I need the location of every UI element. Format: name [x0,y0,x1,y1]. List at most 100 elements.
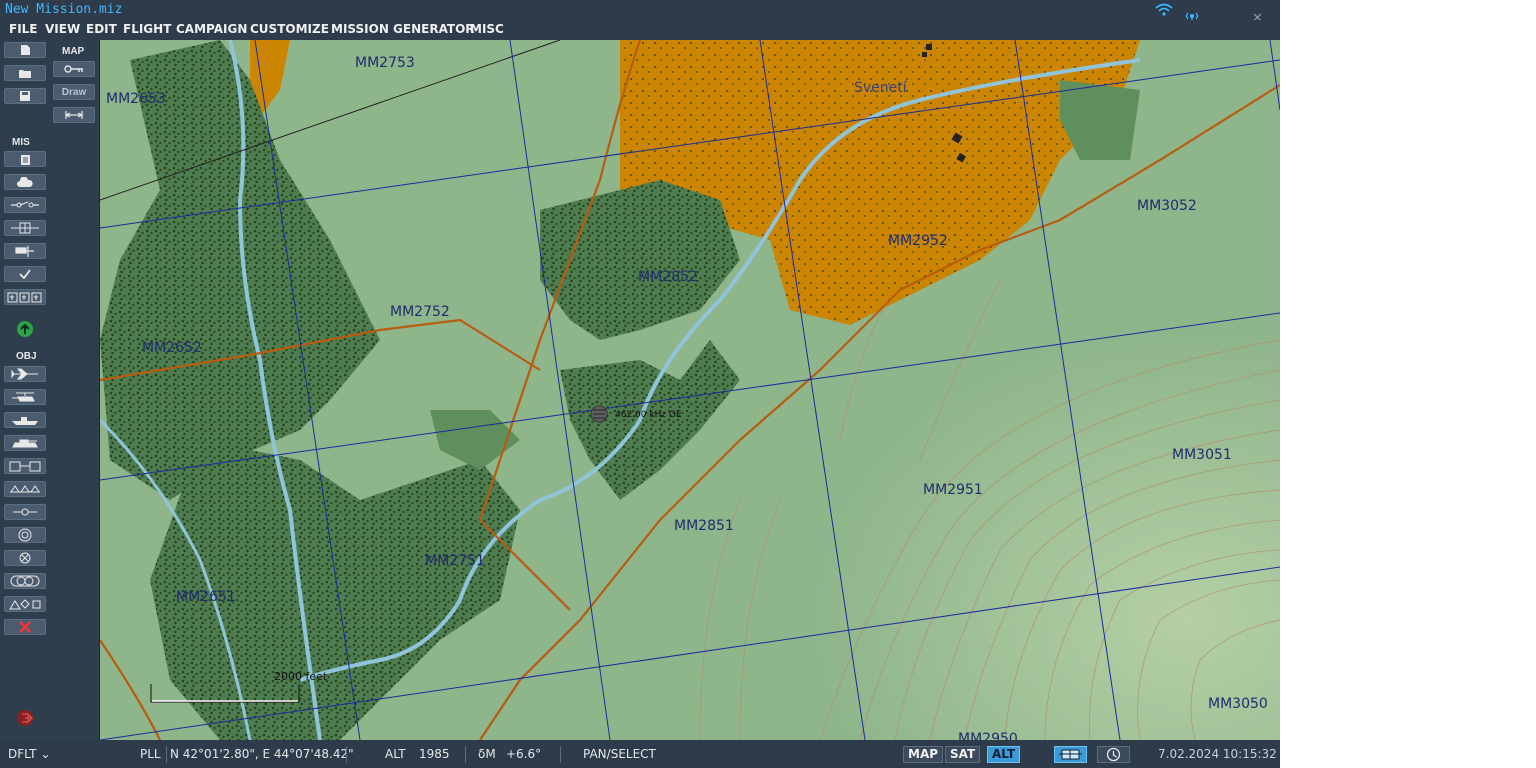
menu-flight[interactable]: FLIGHT [123,22,171,36]
window-title: New Mission.miz [5,2,123,17]
weather-button[interactable] [4,174,46,190]
profile-value: DFLT [8,747,37,761]
profile-select[interactable]: DFLT ⌄ [8,747,50,761]
open-file-button[interactable] [4,65,46,81]
grid-label-mm2753: MM2753 [355,55,415,71]
obj-section-label: OBJ [16,351,37,362]
add-template-button[interactable] [4,481,46,497]
trigger-zone-button[interactable] [4,220,46,236]
ruler-button[interactable] [53,107,95,123]
beacon-label: 462.00 kHz OE [615,410,682,420]
divider [166,746,167,763]
map-canvas[interactable]: MM2653 MM2753 MM2652 MM2752 MM2852 MM295… [100,40,1280,740]
grid-label-mm2851: MM2851 [674,518,734,534]
static-object-icon [9,461,41,471]
navpoint-icon [19,552,31,564]
template-icon [10,485,40,493]
delete-button[interactable] [4,619,46,635]
key-icon [64,65,83,73]
plane-icon [11,368,38,380]
grid-label-mm2651: MM2651 [176,589,236,605]
network-icon[interactable] [1155,3,1173,17]
menu-edit[interactable]: EDIT [86,22,117,36]
clock-icon [1106,747,1121,762]
check-button[interactable] [4,266,46,282]
resources-icon [7,292,42,302]
alt-mode-button[interactable]: ALT [987,746,1021,763]
add-vehicle-button[interactable] [4,435,46,451]
coord-type-label[interactable]: PLL [140,747,161,761]
grid-label-mm2852: MM2852 [638,269,698,285]
resources-button[interactable] [4,289,46,305]
menu-file[interactable]: FILE [9,22,38,36]
tool-sidebar: MAP Draw MIS OBJ [0,40,100,740]
add-zone-button[interactable] [4,573,46,589]
zones-icon [10,575,40,587]
briefing-button[interactable] [4,151,46,167]
shapes-icon [9,598,41,609]
folder-icon [19,69,31,78]
alt-value: 1985 [419,747,450,761]
save-icon [20,91,30,101]
time-settings-button[interactable] [1097,746,1130,763]
sat-mode-button[interactable]: SAT [945,746,981,763]
add-static-button[interactable] [4,458,46,474]
title-bar: New Mission.miz ✕ [0,0,1280,30]
mission-map[interactable]: MM2653 MM2753 MM2652 MM2752 MM2852 MM295… [100,40,1280,740]
draw-button[interactable]: Draw [53,84,95,100]
triggers-button[interactable] [4,197,46,213]
flag-icon [15,246,34,257]
menu-view[interactable]: VIEW [45,22,80,36]
new-file-icon [21,45,30,55]
exit-icon[interactable] [16,709,34,727]
grid-label-mm2952: MM2952 [888,233,948,249]
magvar-label: δM [478,747,496,761]
tank-icon [12,439,38,448]
grid-label-mm2950: MM2950 [958,731,1018,740]
coordinates-readout: N 42°01'2.80", E 44°07'48.42" [170,747,354,761]
waypoint-icon [13,508,37,516]
town-name[interactable]: Svenetí [854,80,908,96]
add-waypoint-button[interactable] [4,504,46,520]
new-file-button[interactable] [4,42,46,58]
grid-label-mm2751: MM2751 [425,553,485,569]
add-nav-point-button[interactable] [4,550,46,566]
ship-icon [12,417,38,425]
grid-label-mm2951: MM2951 [923,482,983,498]
grid-label-mm3052: MM3052 [1137,198,1197,214]
grid-label-mm2652: MM2652 [142,340,202,356]
filter-button[interactable] [1054,746,1087,763]
clipboard-icon [20,154,30,165]
scale-label: 2000 feet [274,670,328,683]
add-plane-button[interactable] [4,366,46,382]
check-icon [19,269,31,279]
add-ship-button[interactable] [4,412,46,428]
magvar-value: +6.6° [506,747,542,761]
save-file-button[interactable] [4,88,46,104]
menu-misc[interactable]: MISC [470,22,504,36]
arrow-up-icon[interactable] [16,320,34,338]
filter-icon [1059,749,1082,760]
hill-shading [660,260,1280,740]
mis-section-label: MIS [12,137,30,148]
add-helicopter-button[interactable] [4,389,46,405]
grid-label-mm2752: MM2752 [390,304,450,320]
goals-button[interactable] [4,243,46,259]
grid-label-mm3050: MM3050 [1208,696,1268,712]
map-mode-button[interactable]: MAP [903,746,944,763]
helicopter-icon [12,392,35,402]
menu-customize[interactable]: CUSTOMIZE [250,22,329,36]
menu-bar: FILE VIEW EDIT FLIGHT CAMPAIGN CUSTOMIZE… [0,20,1280,40]
chevron-down-icon: ⌄ [40,747,51,761]
divider [465,746,466,763]
trigger-icon [11,201,39,208]
map-key-button[interactable] [53,61,95,77]
menu-campaign[interactable]: CAMPAIGN [176,22,247,36]
add-target-button[interactable] [4,527,46,543]
radio-beacon[interactable] [590,405,608,423]
alt-label: ALT [385,747,406,761]
trigger-zone-icon [11,222,39,234]
shapes-button[interactable] [4,596,46,612]
menu-mission-generator[interactable]: MISSION GENERATOR [331,22,475,36]
ruler-icon [64,111,84,119]
